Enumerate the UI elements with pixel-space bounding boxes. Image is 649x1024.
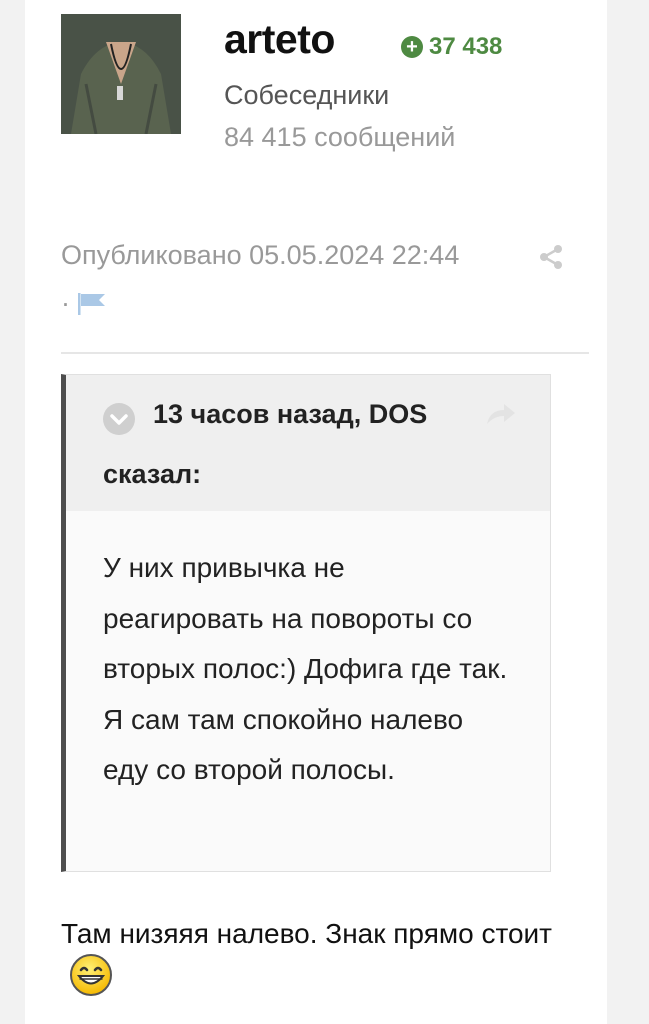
reputation-badge[interactable]: + 37 438 [401, 33, 502, 61]
author-posts-count: 84 415 сообщений [224, 122, 456, 152]
chevron-down-icon[interactable] [103, 403, 135, 435]
go-to-post-icon[interactable] [484, 400, 518, 433]
quote-citation: 13 часов назад, DOS [153, 399, 428, 429]
author-name[interactable]: arteto [224, 16, 335, 63]
avatar[interactable] [61, 14, 181, 134]
grinning-emoji-icon [69, 953, 113, 1013]
post-content: Там низяяя налево. Знак прямо стоит [61, 909, 589, 1013]
flag-icon[interactable] [77, 292, 109, 321]
quote-header[interactable]: 13 часов назад, DOS сказал: [66, 375, 550, 511]
plus-icon: + [401, 36, 423, 58]
quote-block: 13 часов назад, DOS сказал: У них привыч… [61, 374, 551, 872]
quote-body: У них привычка не реагировать на поворот… [103, 552, 508, 785]
quote-citation-said: сказал: [103, 459, 202, 489]
reputation-value: 37 438 [429, 33, 503, 60]
separator-dot: · [61, 288, 70, 318]
divider [61, 352, 589, 354]
post-container: arteto + 37 438 Собеседники 84 415 сообщ… [25, 0, 607, 1024]
author-group: Собеседники [224, 80, 390, 110]
post-text: Там низяяя налево. Знак прямо стоит [61, 918, 552, 949]
share-icon[interactable] [537, 243, 565, 276]
post-published-date[interactable]: Опубликовано 05.05.2024 22:44 [61, 240, 459, 271]
